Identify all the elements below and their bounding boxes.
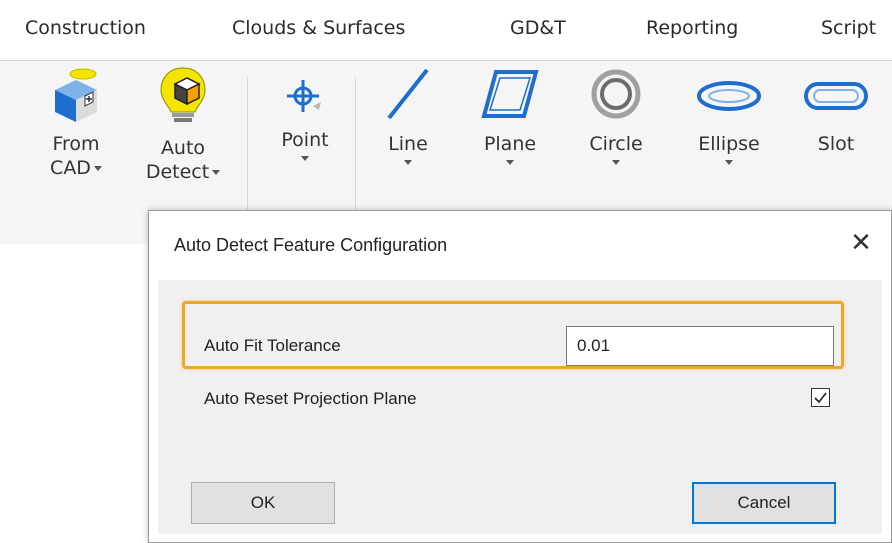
slot-icon bbox=[804, 82, 868, 110]
ribbon-divider bbox=[247, 77, 248, 227]
dropdown-caret-icon bbox=[725, 160, 733, 165]
dropdown-caret-icon bbox=[301, 156, 309, 161]
from-cad-label: From CAD bbox=[36, 132, 116, 180]
dropdown-caret-icon bbox=[212, 170, 221, 175]
auto-reset-projection-plane-label: Auto Reset Projection Plane bbox=[204, 389, 417, 408]
ribbon-divider bbox=[355, 77, 356, 227]
plane-button[interactable]: Plane bbox=[474, 66, 546, 168]
from-cad-icon bbox=[55, 68, 97, 122]
auto-fit-tolerance-label: Auto Fit Tolerance bbox=[204, 336, 341, 355]
cancel-button[interactable]: Cancel bbox=[692, 482, 836, 524]
auto-detect-config-dialog: Auto Detect Feature Configuration ✕ Auto… bbox=[148, 210, 892, 543]
circle-label: Circle bbox=[589, 133, 643, 155]
ellipse-button[interactable]: Ellipse bbox=[686, 66, 772, 168]
circle-icon bbox=[591, 69, 641, 119]
dialog-title: Auto Detect Feature Configuration bbox=[174, 235, 448, 255]
ribbon-tab-bar: Construction Clouds & Surfaces GD&T Repo… bbox=[0, 0, 892, 61]
point-label: Point bbox=[281, 129, 329, 151]
dialog-body: Auto Fit Tolerance Auto Reset Projection… bbox=[158, 280, 882, 534]
line-icon bbox=[387, 68, 429, 120]
line-label: Line bbox=[388, 133, 428, 155]
ok-button[interactable]: OK bbox=[191, 482, 335, 524]
point-button[interactable]: Point bbox=[270, 66, 340, 164]
slot-button[interactable]: Slot bbox=[796, 66, 876, 156]
tab-gdt[interactable]: GD&T bbox=[510, 17, 566, 39]
checkmark-icon bbox=[814, 392, 827, 404]
slot-label: Slot bbox=[817, 133, 855, 155]
close-icon[interactable]: ✕ bbox=[847, 229, 875, 257]
line-button[interactable]: Line bbox=[376, 66, 440, 168]
from-cad-button[interactable]: From CAD bbox=[36, 66, 116, 180]
auto-fit-tolerance-input[interactable] bbox=[566, 326, 834, 366]
dropdown-caret-icon bbox=[506, 160, 514, 165]
tab-reporting[interactable]: Reporting bbox=[646, 17, 738, 39]
auto-detect-label: Auto Detect bbox=[140, 136, 226, 184]
dropdown-caret-icon bbox=[612, 160, 620, 165]
dropdown-caret-icon bbox=[93, 166, 102, 171]
tab-clouds-surfaces[interactable]: Clouds & Surfaces bbox=[232, 17, 405, 39]
plane-label: Plane bbox=[483, 133, 537, 155]
plane-icon bbox=[481, 70, 539, 118]
ellipse-label: Ellipse bbox=[698, 133, 760, 155]
circle-button[interactable]: Circle bbox=[578, 66, 654, 168]
point-icon bbox=[287, 80, 321, 112]
auto-detect-icon bbox=[160, 67, 206, 122]
dropdown-caret-icon bbox=[404, 160, 412, 165]
tab-construction[interactable]: Construction bbox=[25, 17, 146, 39]
auto-reset-projection-plane-checkbox[interactable] bbox=[811, 388, 830, 407]
tab-script[interactable]: Script bbox=[821, 17, 876, 39]
ellipse-icon bbox=[697, 81, 761, 111]
auto-detect-button[interactable]: Auto Detect bbox=[140, 66, 226, 184]
